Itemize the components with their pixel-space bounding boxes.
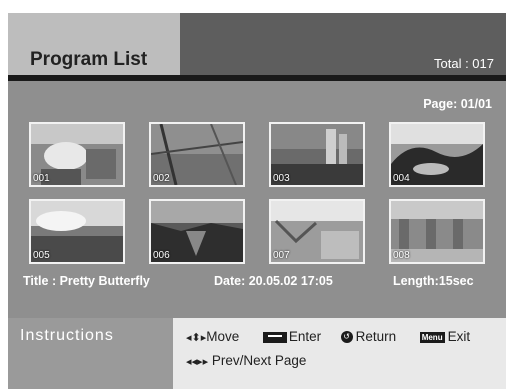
thumbnail-002[interactable]: 002: [149, 122, 245, 187]
thumbnail-number: 006: [153, 250, 170, 261]
program-list-screen: Program List Total : 017 Page: 01/01 001…: [8, 13, 506, 389]
move-label: Move: [206, 329, 240, 344]
thumbnail-004[interactable]: 004: [389, 122, 485, 187]
thumbnail-number: 008: [393, 250, 410, 261]
enter-key-icon: [262, 331, 287, 343]
page-title: Program List: [30, 49, 148, 70]
return-label: Return: [355, 329, 397, 344]
enter-label: Enter: [288, 329, 322, 344]
total-count: Total : 017: [434, 56, 494, 71]
instructions-row-2: ◂◂▸▸ Prev/Next Page: [186, 353, 306, 368]
thumbnail-001[interactable]: 001: [29, 122, 125, 187]
thumbnail-number: 001: [33, 173, 50, 184]
instructions-label: Instructions: [20, 327, 114, 344]
thumbnail-006[interactable]: 006: [149, 199, 245, 264]
thumbnail-number: 004: [393, 173, 410, 184]
instructions-label-box: Instructions: [8, 318, 173, 389]
program-length: Length:15sec: [393, 274, 474, 288]
thumbnail-003[interactable]: 003: [269, 122, 365, 187]
thumbnail-number: 003: [273, 173, 290, 184]
thumbnail-007[interactable]: 007: [269, 199, 365, 264]
thumbnail-number: 007: [273, 250, 290, 261]
header-divider: [8, 75, 506, 81]
page-indicator: Page: 01/01: [423, 97, 492, 111]
menu-key-icon: Menu: [419, 331, 445, 343]
thumbnail-008[interactable]: 008: [389, 199, 485, 264]
prev-next-arrows-icon: ◂◂▸▸: [186, 356, 209, 368]
thumbnail-number: 005: [33, 250, 50, 261]
program-title: Title : Pretty Butterfly: [23, 274, 150, 288]
thumbnail-number: 002: [153, 173, 170, 184]
return-icon: ↺: [340, 331, 353, 344]
exit-label: Exit: [447, 329, 471, 344]
program-date: Date: 20.05.02 17:05: [214, 274, 333, 288]
thumbnail-005[interactable]: 005: [29, 199, 125, 264]
move-arrows-icon: ◂⬍▸: [186, 332, 207, 344]
instructions-row-1: ◂⬍▸Move Enter ↺ Return Menu Exit: [186, 329, 470, 344]
prev-next-label: Prev/Next Page: [211, 353, 307, 368]
